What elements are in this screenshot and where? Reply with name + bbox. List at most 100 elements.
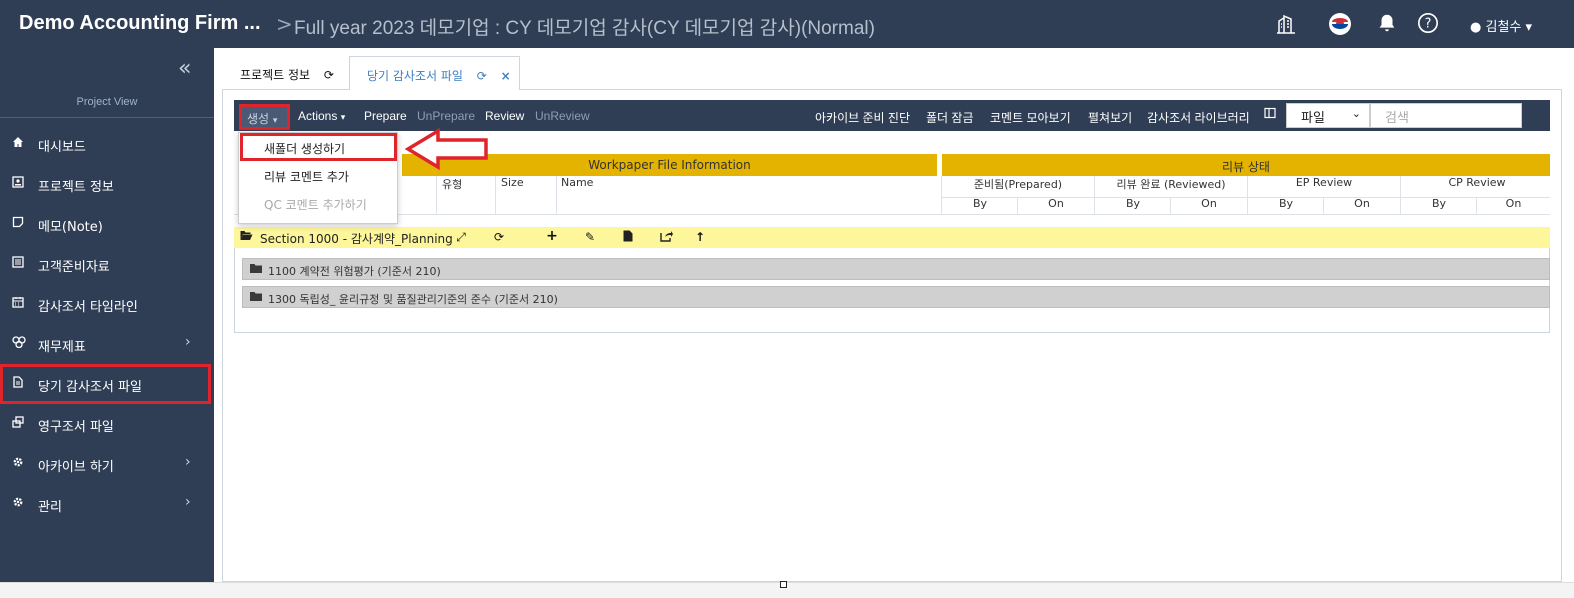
tab-current-workpapers[interactable]: 당기 감사조서 파일 ⟳ × — [349, 56, 520, 90]
resize-handle[interactable] — [780, 581, 787, 588]
refresh-icon[interactable]: ⟳ — [324, 68, 334, 82]
create-dropdown-button[interactable]: 생성 ▾ — [239, 104, 290, 130]
grid-divider — [556, 176, 557, 214]
column-header-by: By — [972, 197, 988, 210]
sidebar-item-label: 메모(Note) — [38, 220, 103, 235]
expand-all-button[interactable]: 펼쳐보기 — [1088, 109, 1132, 126]
search-input[interactable]: 검색 — [1370, 103, 1522, 128]
sidebar-item-timeline[interactable]: 감사조서 타임라인 — [0, 286, 214, 322]
folder-row[interactable]: 1300 독립성_ 윤리규정 및 품질관리기준의 준수 (기준서 210) — [242, 286, 1550, 308]
grid-divider — [234, 214, 1550, 215]
columns-icon[interactable] — [1264, 107, 1276, 122]
refresh-icon[interactable]: ⟳ — [492, 230, 506, 244]
grid-divider — [1476, 197, 1477, 214]
section-label: Section 1000 - 감사계약_Planning — [260, 232, 453, 246]
project-view-label: Project View — [76, 96, 138, 108]
calendar-icon — [12, 296, 24, 308]
actions-label: Actions — [298, 109, 338, 123]
file-icon[interactable] — [621, 230, 635, 244]
grid-divider — [495, 176, 496, 214]
folder-row[interactable]: 1100 계약전 위험평가 (기준서 210) — [242, 258, 1550, 280]
close-icon[interactable]: × — [501, 69, 511, 83]
column-header-on: On — [1505, 197, 1522, 210]
firm-name[interactable]: Demo Accounting Firm ... — [19, 12, 261, 35]
folder-icon — [250, 291, 262, 304]
chevron-right-icon: › — [185, 334, 191, 350]
grid-divider — [941, 176, 942, 214]
sidebar-item-label: 관리 — [38, 500, 62, 515]
coins-icon — [12, 336, 26, 349]
user-menu[interactable]: ● 김철수 ▾ — [1470, 16, 1532, 35]
sidebar-item-admin[interactable]: 관리 › — [0, 486, 214, 522]
column-header-name[interactable]: Name — [561, 176, 593, 197]
pencil-icon[interactable]: ✎ — [583, 230, 597, 244]
column-header-by: By — [1125, 197, 1141, 210]
folder-label: 1100 계약전 위험평가 (기준서 210) — [268, 265, 441, 278]
chevron-down-icon: ▾ — [272, 116, 278, 126]
folder-lock-button[interactable]: 폴더 잠금 — [926, 109, 974, 126]
column-header-prepared[interactable]: 준비됨(Prepared) — [942, 176, 1094, 197]
divider — [0, 117, 214, 118]
section-row[interactable]: Section 1000 - 감사계약_Planning ⤢ ⟳ + ✎ ↑ — [234, 227, 1550, 248]
sidebar-item-financial-statements[interactable]: 재무제표 › — [0, 326, 214, 362]
grid-group-header-review: 리뷰 상태 — [942, 154, 1550, 176]
arrow-up-icon[interactable]: ↑ — [693, 230, 707, 244]
building-icon[interactable] — [1274, 12, 1298, 36]
highlight-box-sidebar — [0, 364, 211, 404]
sidebar-item-permanent-files[interactable]: 영구조서 파일 — [0, 406, 214, 442]
sidebar-item-project-info[interactable]: 프로젝트 정보 — [0, 166, 214, 202]
collapse-sidebar-icon[interactable]: « — [178, 56, 192, 81]
column-header-size[interactable]: Size — [501, 176, 524, 197]
top-bar: Demo Accounting Firm ... > Full year 202… — [0, 0, 1574, 48]
search-scope-select[interactable]: 파일 ⌄ — [1286, 103, 1370, 128]
sidebar-item-note[interactable]: 메모(Note) — [0, 206, 214, 242]
column-header-on: On — [1048, 197, 1064, 210]
grid-divider — [1170, 197, 1171, 214]
sidebar: « Project View 대시보드 프로젝트 정보 메모(Note) 고객준… — [0, 48, 214, 582]
note-icon — [12, 216, 24, 228]
column-header-cp-review[interactable]: CP Review — [1401, 176, 1553, 197]
grid-divider — [1400, 176, 1401, 214]
chevron-down-icon: ⌄ — [1351, 107, 1361, 120]
grid-divider — [1017, 197, 1018, 214]
bottom-bar — [0, 582, 1574, 598]
grid-divider — [1094, 176, 1095, 214]
list-icon — [12, 256, 24, 268]
korea-flag-icon[interactable] — [1328, 12, 1352, 36]
review-button[interactable]: Review — [485, 109, 524, 123]
highlight-box-menu — [240, 133, 397, 161]
sidebar-item-dashboard[interactable]: 대시보드 — [0, 126, 214, 162]
refresh-icon[interactable]: ⟳ — [477, 69, 487, 83]
grid-divider — [1323, 197, 1324, 214]
grid-divider — [436, 176, 437, 214]
column-header-reviewed[interactable]: 리뷰 완료 (Reviewed) — [1095, 176, 1247, 197]
column-header-type[interactable]: 유형 — [442, 176, 462, 197]
expand-icon[interactable]: ⤢ — [454, 230, 468, 244]
share-icon[interactable] — [659, 230, 673, 244]
chevron-down-icon: ▾ — [1525, 20, 1533, 35]
user-icon: ● — [1470, 20, 1482, 35]
unprepare-button[interactable]: UnPrepare — [417, 109, 475, 123]
column-header-ep-review[interactable]: EP Review — [1248, 176, 1400, 197]
actions-button[interactable]: Actions ▾ — [298, 109, 345, 123]
column-header-by: By — [1278, 197, 1294, 210]
unreview-button[interactable]: UnReview — [535, 109, 590, 123]
grid-divider — [1247, 176, 1248, 214]
create-label: 생성 — [247, 112, 270, 126]
help-icon[interactable]: ? — [1417, 12, 1441, 36]
comment-view-button[interactable]: 코멘트 모아보기 — [990, 109, 1071, 126]
select-value: 파일 — [1301, 111, 1325, 126]
gear-icon — [12, 496, 24, 508]
workpaper-library-button[interactable]: 감사조서 라이브러리 — [1147, 109, 1250, 126]
folder-icon — [250, 263, 262, 276]
sidebar-item-client-materials[interactable]: 고객준비자료 — [0, 246, 214, 282]
prepare-button[interactable]: Prepare — [364, 109, 407, 123]
sidebar-item-archive[interactable]: 아카이브 하기 › — [0, 446, 214, 482]
add-icon[interactable]: + — [545, 228, 559, 244]
menu-item-add-review-comment[interactable]: 리뷰 코멘트 추가 — [239, 163, 397, 189]
tab-project-info[interactable]: 프로젝트 정보 ⟳ — [230, 56, 348, 90]
bell-icon[interactable] — [1376, 12, 1400, 36]
gear-icon — [12, 456, 24, 468]
archive-diagnosis-button[interactable]: 아카이브 준비 진단 — [815, 109, 910, 126]
chevron-down-icon: ▾ — [340, 112, 346, 122]
